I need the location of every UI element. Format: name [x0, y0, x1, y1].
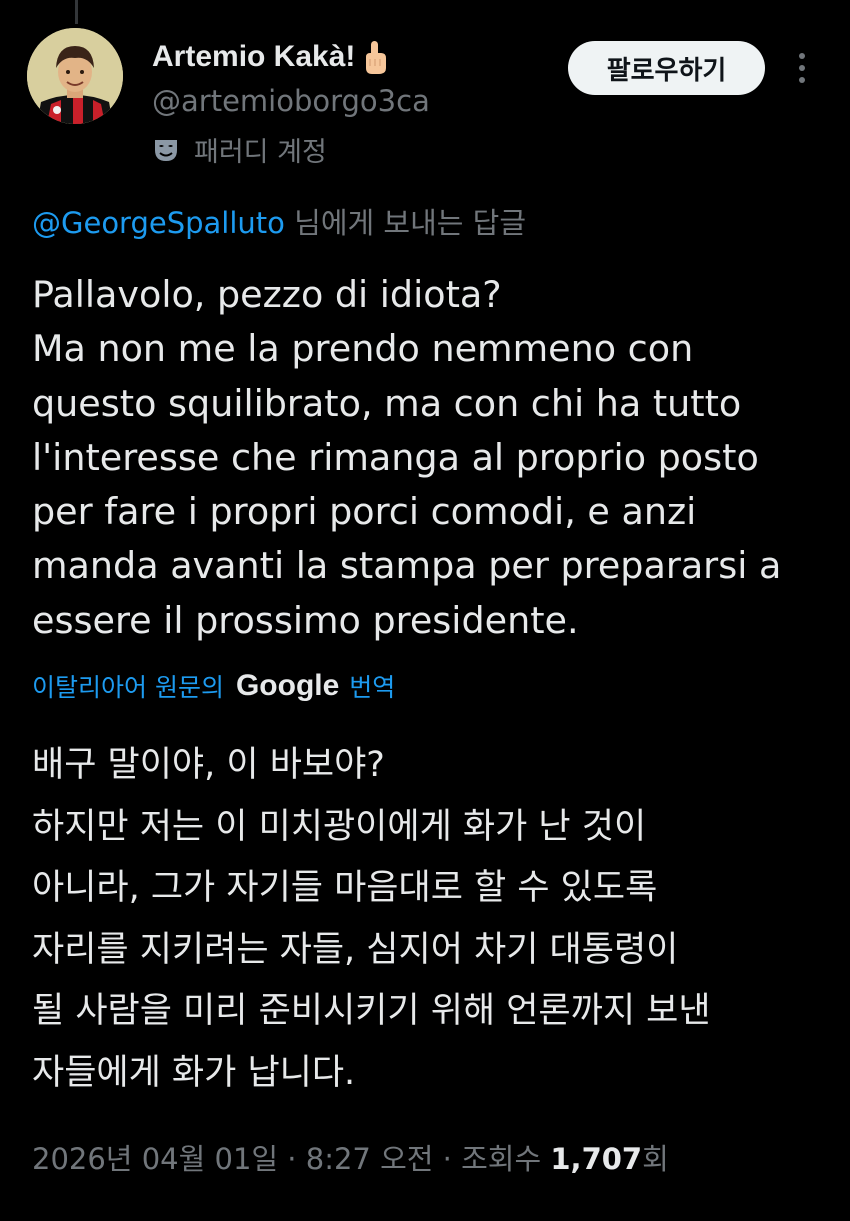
views-label: 조회수 — [461, 1142, 551, 1176]
translation-action-label: 번역 — [349, 673, 396, 702]
tweet-body: Pallavolo, pezzo di idiota? Ma non me la… — [32, 268, 832, 648]
reply-context: @GeorgeSpalluto 님에게 보내는 답글 — [32, 200, 526, 242]
translation-attribution[interactable]: 이탈리아어 원문의 Google 번역 — [32, 668, 395, 704]
views-count: 1,707 — [550, 1142, 643, 1176]
reply-context-suffix: 님에게 보내는 답글 — [284, 206, 527, 240]
pointing-up-hand-emoji-icon — [366, 41, 387, 74]
translated-body: 배구 말이야, 이 바보야? 하지만 저는 이 미치광이에게 화가 난 것이 아… — [32, 735, 832, 1105]
thread-connector-line — [75, 0, 78, 24]
tweet-line: manda avanti la stampa per prepararsi a — [32, 544, 782, 588]
translated-line: 하지만 저는 이 미치광이에게 화가 난 것이 — [32, 806, 647, 847]
more-vertical-icon[interactable] — [790, 50, 814, 86]
author-display-name-text: Artemio Kakà! — [152, 40, 356, 73]
tweet-line: essere il prossimo presidente. — [32, 598, 579, 642]
tweet-line: l'interesse che rimanga al proprio posto — [32, 435, 759, 479]
parody-account-badge[interactable]: 패러디 계정 — [152, 130, 327, 169]
follow-button[interactable]: 팔로우하기 — [568, 41, 765, 95]
parody-badge-label: 패러디 계정 — [194, 137, 327, 168]
translated-line: 될 사람을 미리 준비시키기 위해 언론까지 보낸 — [32, 991, 711, 1032]
meta-separator: · — [433, 1142, 462, 1176]
author-display-name[interactable]: Artemio Kakà! — [152, 38, 391, 76]
translation-source-label: 이탈리아어 원문의 — [32, 673, 224, 702]
tweet-line: Ma non me la prendo nemmeno con — [32, 327, 694, 371]
translated-line: 배구 말이야, 이 바보야? — [32, 745, 385, 785]
tweet-line: Pallavolo, pezzo di idiota? — [32, 273, 502, 316]
tweet-time[interactable]: 8:27 오전 — [306, 1142, 434, 1176]
tweet-metadata: 2026년 04월 01일 · 8:27 오전 · 조회수 1,707회 — [32, 1136, 669, 1178]
google-logo: Google — [235, 669, 340, 702]
views-suffix: 회 — [642, 1142, 669, 1176]
avatar[interactable] — [27, 28, 123, 124]
meta-separator: · — [278, 1142, 306, 1176]
tweet-line: per fare i propri porci comodi, e anzi — [32, 490, 697, 534]
reply-mention-link[interactable]: @GeorgeSpalluto — [32, 206, 285, 240]
translated-line: 자리를 지키려는 자들, 심지어 차기 대통령이 — [32, 929, 679, 970]
tweet-line: questo squilibrato, ma con chi ha tutto — [32, 381, 742, 425]
translated-line: 자들에게 화가 납니다. — [32, 1052, 356, 1093]
avatar-illustration-icon — [27, 28, 123, 124]
tweet-date[interactable]: 2026년 04월 01일 — [32, 1142, 278, 1176]
parody-mask-icon — [155, 139, 177, 161]
translated-line: 아니라, 그가 자기들 마음대로 할 수 있도록 — [32, 868, 658, 909]
author-handle[interactable]: @artemioborgo3ca — [152, 84, 430, 118]
